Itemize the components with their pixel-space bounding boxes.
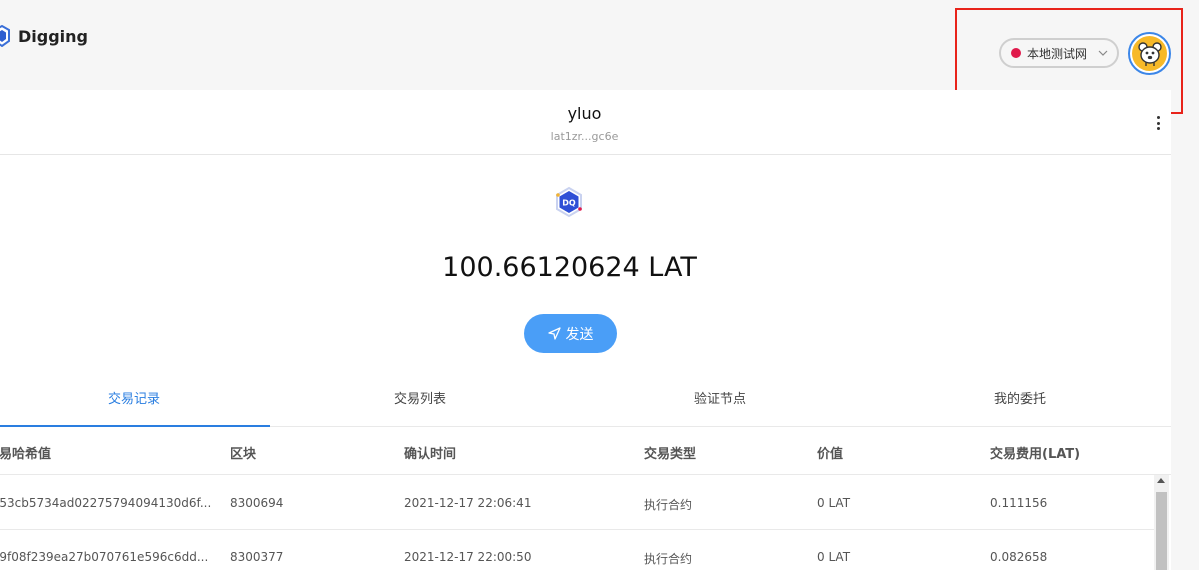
table-row[interactable]: 0x853cb5734ad02275794094130d6f... 830069…: [0, 476, 1156, 530]
column-fee: 交易费用(LAT): [990, 447, 1081, 462]
cell-time: 2021-12-17 22:00:50: [404, 550, 532, 564]
column-block: 区块: [230, 447, 257, 462]
network-status-dot: [1011, 48, 1021, 58]
cell-type: 执行合约: [644, 498, 693, 512]
tab-transaction-records[interactable]: 交易记录: [0, 380, 270, 427]
account-header: yluo lat1zr...gc6e: [0, 90, 1171, 155]
network-selector[interactable]: 本地测试网: [999, 38, 1119, 68]
account-address[interactable]: lat1zr...gc6e: [0, 130, 1171, 143]
column-hash: 交易哈希值: [0, 447, 52, 462]
scroll-up-arrow-icon[interactable]: [1157, 478, 1165, 483]
svg-text:DQ: DQ: [562, 199, 576, 208]
network-label: 本地测试网: [1027, 46, 1088, 61]
lat-token-icon: DQ: [556, 186, 582, 218]
cell-block[interactable]: 8300694: [230, 496, 283, 510]
wallet-app: Digging 本地测试网 yluo lat1zr...gc6e DQ 100.…: [0, 0, 1199, 570]
column-time: 确认时间: [404, 447, 457, 462]
cell-block[interactable]: 8300377: [230, 550, 283, 564]
bear-avatar-icon: [1132, 36, 1167, 71]
tab-my-delegations[interactable]: 我的委托: [870, 380, 1170, 427]
account-name: yluo: [567, 104, 602, 123]
account-avatar[interactable]: [1128, 32, 1171, 75]
app-brand: Digging: [18, 27, 88, 46]
more-options-icon[interactable]: [1157, 116, 1161, 130]
account-balance: 100.66120624 LAT: [442, 252, 697, 283]
cell-value: 0 LAT: [817, 550, 851, 564]
table-header: 交易哈希值 区块 确认时间 交易类型 价值 交易费用(LAT): [0, 427, 1171, 475]
scrollbar-thumb[interactable]: [1156, 492, 1167, 570]
send-arrow-icon: [547, 327, 561, 340]
cell-fee: 0.082658: [990, 550, 1048, 564]
tab-validator-nodes[interactable]: 验证节点: [570, 380, 870, 427]
table-row[interactable]: 0x09f08f239ea27b070761e596c6dd... 830037…: [0, 530, 1156, 570]
send-button[interactable]: 发送: [524, 314, 617, 353]
chevron-down-icon: [1098, 50, 1108, 56]
cell-value: 0 LAT: [817, 496, 851, 510]
column-value: 价值: [817, 447, 844, 462]
column-type: 交易类型: [644, 447, 697, 462]
cell-type: 执行合约: [644, 552, 693, 566]
tab-bar: 交易记录 交易列表 验证节点 我的委托: [0, 380, 1171, 427]
cell-time: 2021-12-17 22:06:41: [404, 496, 532, 510]
account-card: yluo lat1zr...gc6e DQ 100.66120624 LAT 发…: [0, 90, 1171, 570]
cell-fee: 0.111156: [990, 496, 1048, 510]
cell-hash[interactable]: 0x09f08f239ea27b070761e596c6dd...: [0, 550, 208, 564]
cell-hash[interactable]: 0x853cb5734ad02275794094130d6f...: [0, 496, 211, 510]
send-button-label: 发送: [565, 325, 594, 342]
tab-transaction-list[interactable]: 交易列表: [270, 380, 570, 427]
digging-logo-icon: [0, 25, 10, 47]
